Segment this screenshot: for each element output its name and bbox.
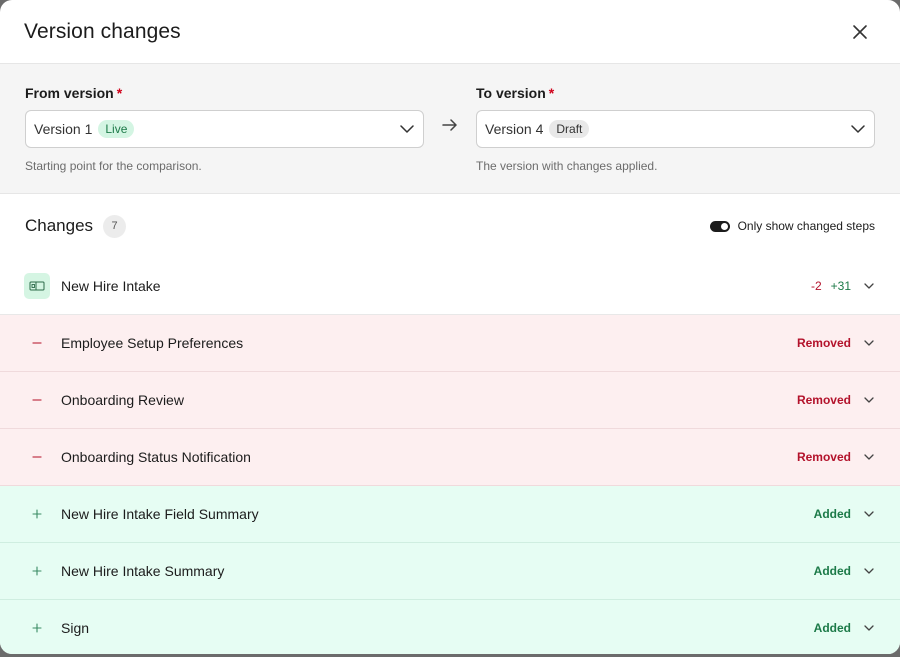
to-version-select[interactable]: Version 4 Draft <box>476 110 875 148</box>
arrow-right-icon <box>424 84 476 133</box>
status-badge: Added <box>813 621 851 635</box>
chevron-down-icon[interactable] <box>863 394 875 406</box>
chevron-down-icon[interactable] <box>863 451 875 463</box>
version-changes-dialog: Version changes From version * Version 1 … <box>0 0 900 654</box>
required-marker: * <box>116 85 123 101</box>
from-version-label: From version <box>25 85 114 101</box>
status-badge: Removed <box>796 450 851 464</box>
minus-icon <box>24 387 50 413</box>
plus-icon <box>24 501 50 527</box>
from-version-value: Version 1 <box>34 121 93 137</box>
form-icon <box>24 273 50 299</box>
chevron-down-icon <box>850 121 866 137</box>
change-row-label: Employee Setup Preferences <box>61 335 244 351</box>
change-row-new-hire-intake[interactable]: New Hire Intake -2 +31 <box>0 258 900 315</box>
live-badge: Live <box>98 120 135 138</box>
status-badge: Added <box>813 507 851 521</box>
to-version-label: To version <box>476 85 546 101</box>
change-row-label: Sign <box>61 620 90 636</box>
from-version-select[interactable]: Version 1 Live <box>25 110 424 148</box>
toggle-switch[interactable] <box>709 220 730 232</box>
removed-count: -2 <box>810 279 822 293</box>
close-icon <box>853 24 867 39</box>
chevron-down-icon[interactable] <box>863 565 875 577</box>
changes-title: Changes <box>25 216 94 235</box>
draft-badge: Draft <box>549 120 590 138</box>
status-badge: Added <box>813 564 851 578</box>
change-row-onboarding-review[interactable]: Onboarding Review Removed <box>0 372 900 429</box>
change-row-label: New Hire Intake Summary <box>61 563 225 579</box>
status-badge: Removed <box>796 336 851 350</box>
version-compare-panel: From version * Version 1 Live Starting po… <box>0 64 900 194</box>
change-row-label: Onboarding Review <box>61 392 184 408</box>
change-row-label: New Hire Intake Field Summary <box>61 506 259 522</box>
from-version-help: Starting point for the comparison. <box>25 159 202 173</box>
dialog-title: Version changes <box>24 19 181 43</box>
change-row-label: Onboarding Status Notification <box>61 449 251 465</box>
plus-icon <box>24 615 50 641</box>
plus-icon <box>24 558 50 584</box>
to-version-field: To version * Version 4 Draft The version … <box>476 84 875 173</box>
changes-header: Changes 7 Only show changed steps <box>0 194 900 258</box>
minus-icon <box>24 444 50 470</box>
change-row-employee-setup-preferences[interactable]: Employee Setup Preferences Removed <box>0 315 900 372</box>
required-marker: * <box>548 85 555 101</box>
minus-icon <box>24 330 50 356</box>
changes-list: New Hire Intake -2 +31 Employee Setup Pr… <box>0 258 900 654</box>
to-version-help: The version with changes applied. <box>476 159 658 173</box>
status-badge: Removed <box>796 393 851 407</box>
chevron-down-icon[interactable] <box>863 337 875 349</box>
chevron-down-icon[interactable] <box>863 280 875 292</box>
to-version-value: Version 4 <box>485 121 544 137</box>
change-row-sign[interactable]: Sign Added <box>0 600 900 654</box>
close-button[interactable] <box>848 20 872 44</box>
dialog-header: Version changes <box>0 0 900 64</box>
chevron-down-icon <box>399 121 415 137</box>
from-version-field: From version * Version 1 Live Starting po… <box>25 84 424 173</box>
changes-count-badge: 7 <box>103 214 127 238</box>
added-count: +31 <box>830 279 851 293</box>
change-row-onboarding-status-notification[interactable]: Onboarding Status Notification Removed <box>0 429 900 486</box>
toggle-label: Only show changed steps <box>737 219 875 233</box>
change-row-new-hire-intake-field-summary[interactable]: New Hire Intake Field Summary Added <box>0 486 900 543</box>
only-changed-toggle[interactable]: Only show changed steps <box>709 219 875 233</box>
chevron-down-icon[interactable] <box>863 622 875 634</box>
change-row-label: New Hire Intake <box>61 278 161 294</box>
chevron-down-icon[interactable] <box>863 508 875 520</box>
change-row-new-hire-intake-summary[interactable]: New Hire Intake Summary Added <box>0 543 900 600</box>
